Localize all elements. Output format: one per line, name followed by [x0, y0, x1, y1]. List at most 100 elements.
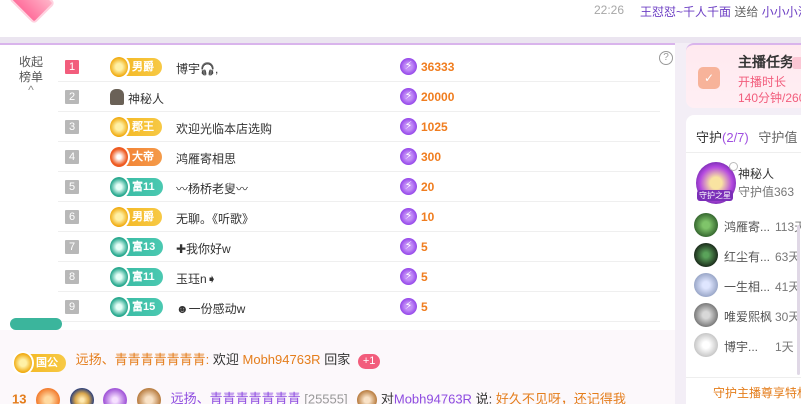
rank-number: 3 [65, 120, 79, 134]
gift-word: 送给 [734, 5, 759, 19]
task-progress: 140分钟/260 [738, 91, 801, 105]
lightning-icon: ⚡ [400, 238, 417, 255]
chat-target[interactable]: Mobh94763R [394, 391, 472, 404]
top-guard-name[interactable]: 神秘人 [738, 165, 774, 182]
streamer-task-card[interactable]: ✓ 主播任务 开播时长 140分钟/260 [686, 43, 801, 108]
collapse-label-line2: 榜单 [18, 70, 43, 84]
score-value: 5 [421, 240, 428, 254]
rank-row[interactable]: 7 富13 ✚我你好w ⚡ 5 [58, 232, 660, 262]
rank-number: 9 [65, 300, 79, 314]
noble-emblem-icon [108, 55, 130, 79]
gift-sender[interactable]: 王怼怼~千人千面 [640, 5, 731, 19]
rank-number: 2 [65, 90, 79, 104]
collapse-rank-button[interactable]: 收起 榜单 ^ [12, 55, 50, 98]
avatar [694, 243, 718, 267]
chat-says: 说: [475, 391, 493, 404]
rank-row[interactable]: 4 大帝 鸿雁寄相思 ⚡ 300 [58, 142, 660, 172]
level-medal-icon [36, 388, 61, 404]
noble-label: 富15 [132, 301, 156, 313]
mystery-user-icon [110, 89, 124, 105]
rank-number: 4 [65, 150, 79, 164]
chat-to: 对 [380, 391, 394, 404]
plus-one-badge[interactable]: +1 [357, 354, 381, 369]
gift-receiver[interactable]: 小小小汤 [762, 5, 801, 19]
rank-row[interactable]: 2 神秘人 ⚡ 20000 [58, 82, 660, 112]
noble-label: 大帝 [132, 151, 154, 163]
chat-users[interactable]: 远扬、青青青青青青青: [76, 352, 210, 367]
bear-medal-icon [136, 388, 161, 404]
top-level-badge-icon [8, 0, 56, 25]
noble-badge: 富13 [108, 235, 164, 259]
message-time: 22:26 [594, 3, 625, 17]
noble-emblem-icon [108, 175, 130, 199]
guard-item[interactable]: 唯爱熙枫 30天 [694, 303, 801, 329]
rank-row[interactable]: 6 男爵 无聊。《听歌》 ⚡ 10 [58, 202, 660, 232]
noble-label: 富11 [132, 271, 155, 283]
noble-badge: 男爵 [108, 205, 162, 229]
score-value: 300 [421, 150, 442, 164]
chat-message: 国公 远扬、青青青青青青青: 欢迎 Mobh94763R 回家 +1 [10, 349, 381, 375]
noble-badge: 大帝 [108, 145, 162, 169]
rank-user-name[interactable]: 无聊。《听歌》 [176, 210, 254, 227]
guard-item[interactable]: 鸿雁寄...113天 [694, 213, 801, 239]
rank-number: 7 [65, 240, 79, 254]
noble-emblem-icon [108, 235, 130, 259]
crown-medal-icon [103, 388, 128, 404]
guard-name: 一生相... [724, 280, 771, 294]
chat-welcome: 欢迎 [212, 352, 239, 367]
rank-user-name[interactable]: 玉珏n➧ [176, 270, 217, 287]
help-icon[interactable]: ? [659, 51, 673, 65]
guard-item[interactable]: 红尘有... 63天 [694, 243, 801, 269]
guard-footer[interactable]: 守护主播尊享特权 [686, 377, 801, 404]
noble-badge: 国公 [12, 351, 66, 375]
rank-user-name[interactable]: 〰杨桥老叟〰 [176, 180, 248, 197]
rank-user-name[interactable]: 欢迎光临本店选购 [176, 120, 272, 137]
guard-name: 鸿雁寄... [724, 220, 771, 234]
noble-emblem-icon [108, 295, 130, 319]
score-value: 20 [421, 180, 435, 194]
chat-text: 好久不见呀，还记得我 [495, 391, 626, 404]
rank-row[interactable]: 1 男爵 博宇🎧, ⚡ 36333 [58, 52, 660, 82]
lightning-icon: ⚡ [400, 118, 417, 135]
noble-badge: 郡王 [108, 115, 162, 139]
rank-user-name[interactable]: ✚我你好w [176, 240, 231, 257]
rank-row[interactable]: 8 富11 玉珏n➧ ⚡ 5 [58, 262, 660, 292]
tab-guard-value[interactable]: 守护值 [758, 130, 797, 145]
rank-number: 8 [65, 270, 79, 284]
contribution-rank-panel: 收起 榜单 ^ ? 1 男爵 博宇🎧, ⚡ 36333 2 神秘人 ⚡ 20000 3 郡王 欢迎光临… [0, 45, 675, 330]
guard-days: 1天 [775, 340, 794, 354]
rank-user-name[interactable]: ☻一份感动w [176, 300, 245, 317]
rank-number: 6 [65, 210, 79, 224]
top-guard-value: 守护值363 [738, 185, 795, 199]
rank-row[interactable]: 3 郡王 欢迎光临本店选购 ⚡ 1025 [58, 112, 660, 142]
rank-row[interactable]: 5 富11 〰杨桥老叟〰 ⚡ 20 [58, 172, 660, 202]
guard-tabs: 守护(2/7) 守护值 [696, 127, 797, 146]
guard-item[interactable]: 一生相... 41天 [694, 273, 801, 299]
noble-label: 富11 [132, 181, 155, 193]
lightning-icon: ⚡ [400, 298, 417, 315]
rank-user-name[interactable]: 博宇🎧, [176, 60, 218, 77]
noble-badge: 富15 [108, 295, 164, 319]
noble-label: 富13 [132, 241, 156, 253]
chat-users[interactable]: 远扬、青青青青青青青 [171, 391, 301, 404]
noble-emblem-icon [108, 115, 130, 139]
tab-guard-label: 守护 [696, 130, 723, 145]
tab-guard[interactable]: 守护(2/7) [696, 130, 749, 145]
avatar [694, 333, 718, 357]
score-value: 5 [421, 270, 428, 284]
lightning-icon: ⚡ [400, 208, 417, 225]
noble-emblem-icon [108, 205, 130, 229]
help-icon[interactable] [729, 162, 738, 171]
noble-badge: 富11 [108, 175, 163, 199]
noble-label: 男爵 [132, 211, 154, 223]
rank-row[interactable]: 9 富15 ☻一份感动w ⚡ 5 [58, 292, 660, 322]
guard-name: 博宇... [724, 340, 759, 354]
divider [686, 152, 801, 153]
guard-item[interactable]: 博宇... 1天 [694, 333, 801, 359]
chat-back: 回家 [324, 352, 351, 367]
scrollbar[interactable] [797, 225, 800, 375]
rank-user-name[interactable]: 鸿雁寄相思 [176, 150, 236, 167]
rank-user-name[interactable]: 神秘人 [128, 90, 164, 107]
chat-target[interactable]: Mobh94763R [243, 352, 321, 367]
collapse-label-line1: 收起 [18, 55, 43, 69]
